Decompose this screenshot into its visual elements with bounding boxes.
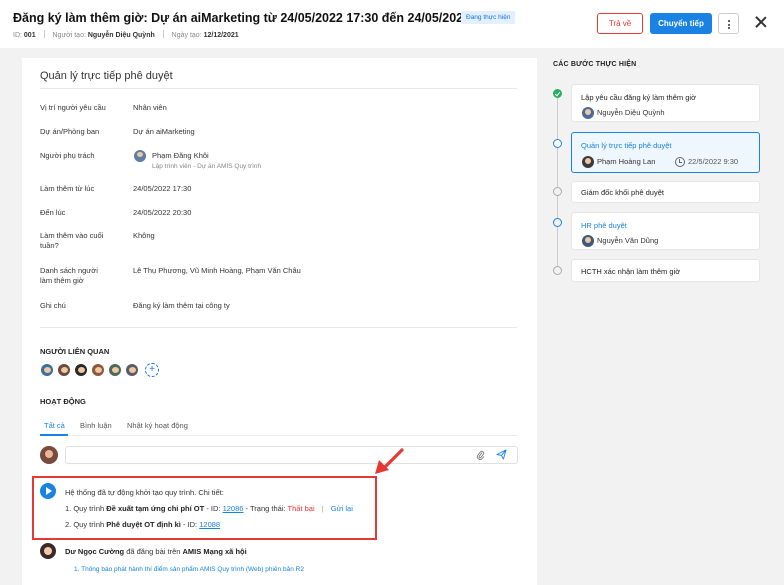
- process-item-1-separator: |: [321, 504, 324, 513]
- step-card-5[interactable]: HCTH xác nhận làm thêm giờ: [571, 259, 760, 282]
- step-assignee: Phạm Hoàng Lan: [597, 157, 656, 166]
- field-label-start-time: Làm thêm từ lúc: [40, 184, 95, 193]
- forward-button[interactable]: Chuyển tiếp: [650, 13, 712, 34]
- field-value-ot-list: Lê Thụ Phương, Vũ Minh Hoàng, Phạm Văn C…: [133, 266, 301, 275]
- step-pending-icon: [553, 266, 562, 275]
- step-pending-icon: [553, 218, 562, 227]
- field-value-start-time: 24/05/2022 17:30: [133, 184, 192, 193]
- field-value-position: Nhân viên: [133, 103, 167, 112]
- request-meta: ID: 001 Người tạo: Nguyễn Diệu Quỳnh Ngà…: [13, 30, 239, 39]
- step-assignee: Nguyễn Diệu Quỳnh: [597, 108, 665, 117]
- process-item-1-status: Thất bại: [287, 504, 315, 513]
- comment-input[interactable]: [65, 446, 518, 464]
- step-current-icon: [553, 139, 562, 148]
- field-label-end-time: Đến lúc: [40, 208, 66, 217]
- related-person-avatar[interactable]: [108, 363, 122, 377]
- field-value-project: Dự án aiMarketing: [133, 127, 195, 136]
- post-target[interactable]: AMIS Mạng xã hội: [183, 547, 247, 556]
- field-value-note: Đăng ký làm thêm tại công ty: [133, 301, 230, 310]
- tab-all[interactable]: Tất cả: [44, 421, 65, 430]
- return-button[interactable]: Trả về: [597, 13, 643, 34]
- steps-title: CÁC BƯỚC THỰC HIỆN: [553, 61, 637, 68]
- step-done-icon: [553, 89, 562, 98]
- step-name: Giám đốc khối phê duyệt: [581, 188, 664, 197]
- status-badge: Đang thực hiện: [461, 11, 516, 24]
- process-item-1-id-label: - ID:: [206, 504, 221, 513]
- step-name: HCTH xác nhận làm thêm giờ: [581, 267, 681, 276]
- id-value: 001: [23, 32, 36, 39]
- more-vertical-icon: [728, 20, 730, 22]
- step-card-1[interactable]: Lập yêu cầu đăng ký làm thêm giờ Nguyễn …: [571, 84, 760, 122]
- post-author[interactable]: Dư Ngọc Cường: [65, 547, 124, 556]
- process-item-2: 2. Quy trình Phê duyệt OT định kì - ID: …: [65, 520, 220, 529]
- field-label-ot-list: Danh sách người làm thêm giờ: [40, 266, 98, 285]
- add-person-button[interactable]: +: [145, 363, 159, 377]
- process-item-2-prefix: 2. Quy trình: [65, 520, 105, 529]
- clock-icon: [675, 157, 685, 167]
- post-link[interactable]: 1. Thông báo phát hành thí điểm sản phẩm…: [74, 566, 304, 573]
- field-value-owner: Phạm Đăng Khôi: [152, 151, 209, 160]
- creator-label: Người tạo:: [52, 32, 86, 39]
- send-icon[interactable]: [496, 449, 507, 460]
- post-text: đã đăng bài trên: [126, 547, 181, 556]
- resend-link[interactable]: Gửi lại: [331, 504, 353, 513]
- step-assignee-avatar: [582, 235, 594, 247]
- step-name: HR phê duyệt: [581, 221, 627, 230]
- step-name: Lập yêu cầu đăng ký làm thêm giờ: [581, 93, 696, 102]
- owner-avatar: [134, 150, 146, 162]
- process-item-2-name: Phê duyệt OT định kì: [106, 520, 181, 529]
- related-people-title: NGƯỜI LIÊN QUAN: [40, 347, 110, 356]
- page-header: Đăng ký làm thêm giờ: Dự án aiMarketing …: [0, 0, 784, 48]
- step-card-4[interactable]: HR phê duyệt Nguyễn Văn Dũng: [571, 212, 760, 250]
- field-label-owner: Người phụ trách: [40, 151, 95, 160]
- field-label-note: Ghi chú: [40, 301, 66, 310]
- creator-value: Nguyễn Diệu Quỳnh: [87, 32, 155, 39]
- page-title: Đăng ký làm thêm giờ: Dự án aiMarketing …: [13, 11, 506, 25]
- arrow-annotation-icon: [375, 448, 404, 474]
- related-person-avatar[interactable]: [57, 363, 71, 377]
- owner-role: Lập trình viên - Dự án AMIS Quy trình: [152, 163, 262, 170]
- close-icon[interactable]: [754, 15, 768, 29]
- related-person-avatar[interactable]: [40, 363, 54, 377]
- step-pending-icon: [553, 187, 562, 196]
- field-label-position: Vị trí người yêu cầu: [40, 103, 106, 112]
- post-header: Dư Ngọc Cường đã đăng bài trên AMIS Mạng…: [65, 547, 247, 556]
- step-card-3[interactable]: Giám đốc khối phê duyệt: [571, 181, 760, 203]
- step-assignee-avatar: [582, 107, 594, 119]
- play-icon: [40, 483, 56, 499]
- related-person-avatar[interactable]: [74, 363, 88, 377]
- field-label-project: Dự án/Phòng ban: [40, 127, 100, 136]
- more-options-button[interactable]: [718, 13, 739, 34]
- attach-icon[interactable]: [476, 450, 485, 460]
- created-date-label: Ngày tạo:: [171, 32, 202, 39]
- form-title: Quản lý trực tiếp phê duyệt: [40, 70, 173, 82]
- related-person-avatar[interactable]: [91, 363, 105, 377]
- field-value-weekend: Không: [133, 231, 155, 240]
- process-item-1: 1. Quy trình Đề xuất tạm ứng chi phí OT …: [65, 504, 353, 513]
- post-author-avatar: [40, 543, 56, 559]
- process-item-2-id-label: - ID:: [182, 520, 198, 529]
- step-name: Quản lý trực tiếp phê duyệt: [581, 141, 672, 150]
- step-time: 22/5/2022 9:30: [688, 157, 739, 166]
- step-assignee: Nguyễn Văn Dũng: [597, 236, 659, 245]
- step-assignee-avatar: [582, 156, 594, 168]
- field-label-weekend: Làm thêm vào cuối tuần?: [40, 231, 104, 250]
- process-item-2-id-link[interactable]: 12088: [199, 520, 220, 529]
- tab-activity-log[interactable]: Nhật ký hoạt động: [127, 421, 188, 430]
- process-item-1-prefix: 1. Quy trình: [65, 504, 105, 513]
- field-value-end-time: 24/05/2022 20:30: [133, 208, 192, 217]
- step-card-2[interactable]: Quản lý trực tiếp phê duyệt Phạm Hoàng L…: [571, 132, 760, 173]
- id-label: ID:: [13, 32, 22, 39]
- system-message: Hệ thống đã tự động khởi tạo quy trình. …: [65, 488, 224, 497]
- created-date-value: 12/12/2021: [203, 32, 239, 39]
- activity-title: HOẠT ĐỘNG: [40, 397, 86, 406]
- related-person-avatar[interactable]: [125, 363, 139, 377]
- tab-comments[interactable]: Bình luận: [80, 421, 112, 430]
- process-item-1-status-label: - Trạng thái:: [245, 504, 286, 513]
- process-item-1-name: Đề xuất tạm ứng chi phí OT: [106, 504, 205, 513]
- process-item-1-id-link[interactable]: 12086: [223, 504, 244, 513]
- current-user-avatar: [40, 446, 58, 464]
